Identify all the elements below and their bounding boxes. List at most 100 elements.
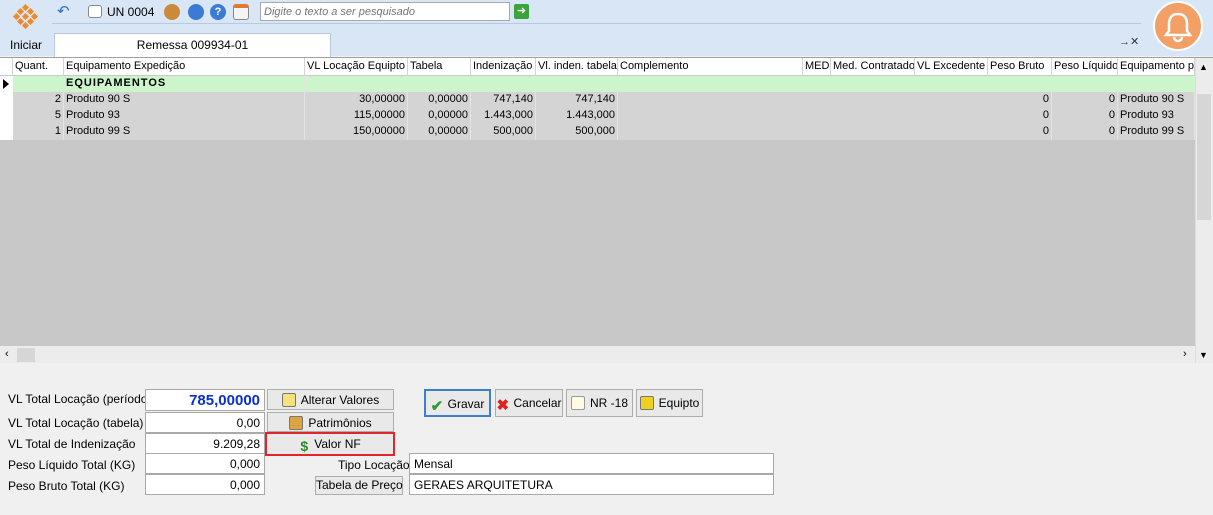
tab-remessa[interactable]: Remessa 009934-01: [54, 33, 331, 57]
row-vl-locacao: 115,00000: [305, 108, 408, 124]
tab-close-icon[interactable]: →✕: [1119, 35, 1139, 48]
check-icon: ✔: [430, 398, 444, 415]
col-header-spacer: [0, 58, 13, 76]
row-peso-liquido: 0: [1052, 108, 1118, 124]
equipment-icon: [639, 396, 654, 410]
start-panel[interactable]: Iniciar: [0, 0, 52, 56]
scroll-down-icon[interactable]: ▼: [1199, 350, 1208, 360]
cancelar-label: Cancelar: [513, 396, 562, 410]
row-peso-liquido: 0: [1052, 92, 1118, 108]
row-tabela: 0,00000: [408, 108, 471, 124]
scroll-up-icon[interactable]: ▲: [1199, 62, 1208, 72]
row-vl-inden: 747,140: [536, 92, 618, 108]
gravar-button[interactable]: ✔ Gravar: [424, 389, 491, 417]
row-peso-bruto: 0: [988, 92, 1052, 108]
peso-bruto-total-label: Peso Bruto Total (KG): [8, 479, 125, 493]
tabela-preco-button[interactable]: Tabela de Preço: [315, 476, 403, 495]
row-qty: 1: [13, 124, 64, 140]
users-icon[interactable]: [164, 4, 180, 20]
patrimonios-button[interactable]: Patrimônios: [267, 412, 394, 432]
calendar-icon[interactable]: [88, 5, 102, 18]
col-header-indenizacao[interactable]: Indenização: [471, 58, 536, 76]
cancelar-button[interactable]: ✖ Cancelar: [495, 389, 563, 417]
nr18-button[interactable]: NR -18: [566, 389, 633, 417]
row-peso-liquido: 0: [1052, 124, 1118, 140]
row-equip-pr: Produto 90 S: [1118, 92, 1195, 108]
document-icon: [570, 396, 585, 410]
col-header-med-contratado[interactable]: Med. Contratado: [831, 58, 915, 76]
unit-label[interactable]: UN 0004: [107, 5, 154, 19]
patrimonios-icon: [289, 416, 304, 430]
vl-total-indenizacao-value: 9.209,28: [145, 433, 265, 454]
equipto-label: Equipto: [658, 396, 700, 410]
patrimonios-label: Patrimônios: [308, 416, 372, 430]
row-qty: 2: [13, 92, 64, 108]
col-header-equipamento[interactable]: Equipamento Expedição: [64, 58, 305, 76]
tipo-locacao-label: Tipo Locação: [338, 458, 410, 472]
scroll-left-icon[interactable]: ‹: [5, 348, 9, 360]
col-header-peso-bruto[interactable]: Peso Bruto: [988, 58, 1052, 76]
search-input[interactable]: [260, 2, 510, 21]
app-logo-icon: [12, 3, 39, 30]
alterar-valores-button[interactable]: Alterar Valores: [267, 389, 394, 410]
equipment-grid[interactable]: Quant. Equipamento Expedição VL Locação …: [0, 57, 1213, 363]
horizontal-scrollbar[interactable]: [0, 346, 1195, 363]
row-indenizacao: 500,000: [471, 124, 536, 140]
nr18-label: NR -18: [589, 396, 628, 410]
vl-total-locacao-periodo-value: 785,00000: [145, 389, 265, 411]
alterar-valores-label: Alterar Valores: [300, 393, 380, 407]
peso-liquido-total-value: 0,000: [145, 453, 265, 474]
peso-liquido-total-label: Peso Líquido Total (KG): [8, 458, 136, 472]
col-header-tabela[interactable]: Tabela: [408, 58, 471, 76]
current-row-arrow-icon: [3, 79, 9, 89]
scroll-right-icon[interactable]: ›: [1183, 348, 1187, 360]
row-equip-pr: Produto 99 S: [1118, 124, 1195, 140]
notification-bell-icon[interactable]: [1153, 1, 1203, 51]
vl-total-locacao-periodo-label: VL Total Locação (período): [8, 392, 152, 406]
row-equipamento: Produto 90 S: [64, 92, 305, 108]
window-icon[interactable]: [233, 4, 249, 20]
col-header-vl-locacao[interactable]: VL Locação Equipto: [305, 58, 408, 76]
edit-values-icon: [281, 393, 296, 407]
group-label: EQUIPAMENTOS: [64, 76, 305, 92]
row-vl-inden: 1.443,000: [536, 108, 618, 124]
row-indenizacao: 1.443,000: [471, 108, 536, 124]
tabela-preco-field[interactable]: GERAES ARQUITETURA: [409, 474, 774, 495]
row-equip-pr: Produto 93: [1118, 108, 1195, 124]
toolbar: [0, 0, 1213, 24]
row-indenizacao: 747,140: [471, 92, 536, 108]
search-go-icon[interactable]: ➜: [514, 4, 529, 19]
equipto-button[interactable]: Equipto: [636, 389, 703, 417]
vl-total-indenizacao-label: VL Total de Indenização: [8, 437, 136, 451]
vertical-scroll-thumb[interactable]: [1197, 94, 1211, 220]
col-header-complemento[interactable]: Complemento: [618, 58, 803, 76]
dollar-icon: $: [300, 438, 309, 454]
row-tabela: 0,00000: [408, 92, 471, 108]
col-header-equip-pr[interactable]: Equipamento pr: [1118, 58, 1195, 76]
vl-total-locacao-tabela-value: 0,00: [145, 412, 265, 433]
col-header-vl-excedente[interactable]: VL Excedente: [915, 58, 988, 76]
gravar-label: Gravar: [447, 397, 485, 411]
valor-nf-button[interactable]: $ Valor NF: [265, 432, 395, 456]
row-equipamento: Produto 99 S: [64, 124, 305, 140]
col-header-vl-inden[interactable]: Vl. inden. tabela: [536, 58, 618, 76]
row-vl-locacao: 150,00000: [305, 124, 408, 140]
undo-icon[interactable]: ↶: [57, 4, 73, 20]
row-vl-inden: 500,000: [536, 124, 618, 140]
peso-bruto-total-value: 0,000: [145, 474, 265, 495]
vl-total-locacao-tabela-label: VL Total Locação (tabela): [8, 416, 144, 430]
cancel-x-icon: ✖: [496, 397, 510, 414]
help-icon[interactable]: ?: [210, 4, 226, 20]
horizontal-scroll-thumb[interactable]: [17, 348, 35, 362]
col-header-peso-liquido[interactable]: Peso Líquido: [1052, 58, 1118, 76]
refresh-icon[interactable]: [188, 4, 204, 20]
start-label: Iniciar: [9, 38, 42, 52]
row-qty: 5: [13, 108, 64, 124]
valor-nf-label: Valor NF: [314, 437, 361, 451]
col-header-quant[interactable]: Quant.: [13, 58, 64, 76]
col-header-med[interactable]: MED: [803, 58, 831, 76]
row-vl-locacao: 30,00000: [305, 92, 408, 108]
row-peso-bruto: 0: [988, 108, 1052, 124]
tipo-locacao-field[interactable]: Mensal: [409, 453, 774, 474]
row-tabela: 0,00000: [408, 124, 471, 140]
